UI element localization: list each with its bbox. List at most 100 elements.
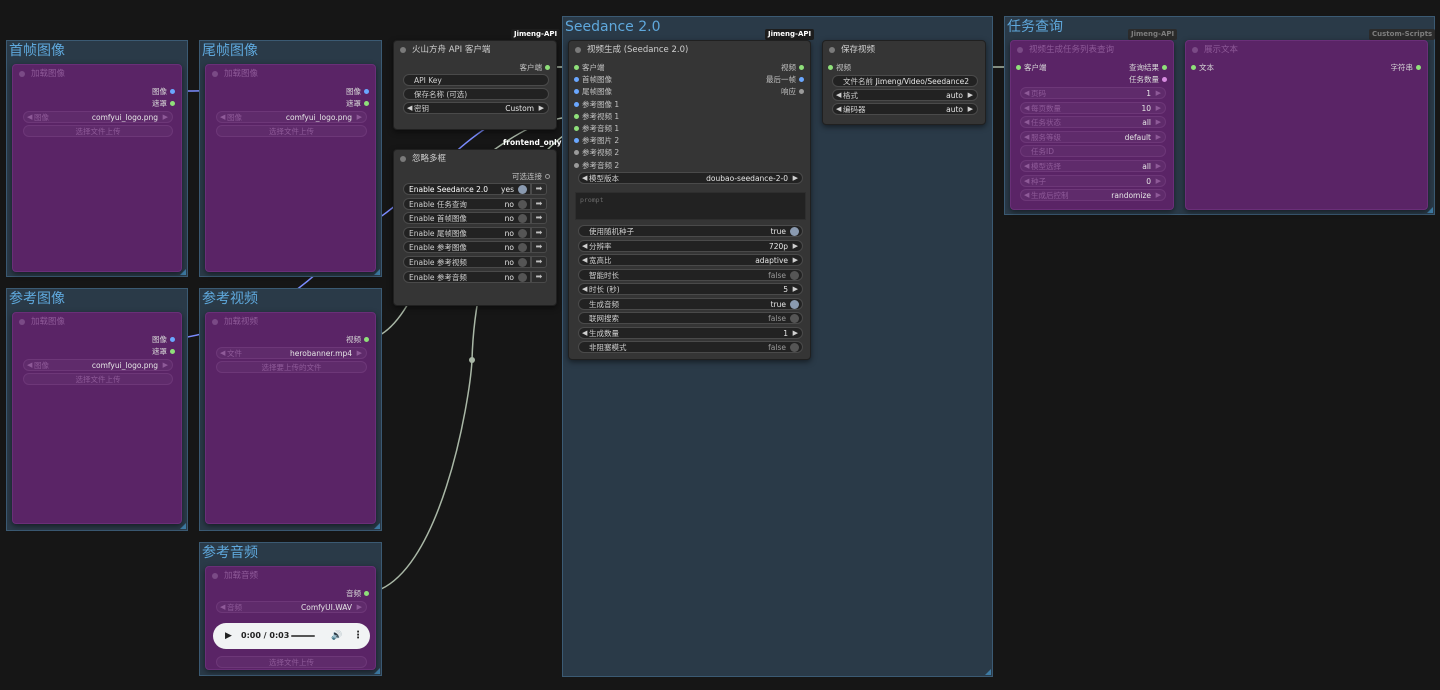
input-slot[interactable]: 客户端 xyxy=(574,62,605,74)
arrow-left-icon[interactable]: ◀ xyxy=(27,112,32,122)
bypass-toggle[interactable]: Enable 尾帧图像 no xyxy=(403,226,531,239)
arrow-left-icon[interactable]: ◀ xyxy=(582,284,587,294)
param-widget[interactable]: 使用随机种子 true xyxy=(578,225,803,237)
query-param-widget[interactable]: 任务ID xyxy=(1020,145,1166,158)
slot-dot-icon[interactable] xyxy=(574,150,579,156)
arrow-right-icon[interactable]: ▶ xyxy=(357,112,362,122)
volume-icon[interactable]: 🔊 xyxy=(331,623,342,649)
slot-dot-icon[interactable] xyxy=(799,65,804,70)
seek-slider[interactable] xyxy=(291,635,315,637)
slot-dot-icon[interactable] xyxy=(364,337,369,342)
arrow-left-icon[interactable]: ◀ xyxy=(582,173,587,183)
slot-dot-icon[interactable] xyxy=(574,138,579,144)
resize-handle[interactable] xyxy=(1427,207,1433,213)
node-load-video[interactable]: 加载视频 视频 ◀ 文件 herobanner.mp4 ▶ 选择要上传的文件 xyxy=(205,312,376,524)
arrow-right-icon[interactable]: ▶ xyxy=(163,112,168,122)
upload-button[interactable]: 选择文件上传 xyxy=(216,125,367,137)
node-load-audio[interactable]: 加载音频 音频 ◀ 音频 ComfyUI.WAV ▶ ▶ 0:00 / 0:03 🔊 … xyxy=(205,566,376,670)
input-slot[interactable]: 参考视频 1 xyxy=(574,111,619,123)
slot-dot-icon[interactable] xyxy=(364,101,369,106)
arrow-left-icon[interactable]: ◀ xyxy=(1024,132,1029,142)
arrow-right-icon[interactable]: ▶ xyxy=(1156,103,1161,113)
navigate-arrow-icon[interactable]: ➡ xyxy=(531,197,547,210)
image-combo[interactable]: ◀ 图像 comfyui_logo.png ▶ xyxy=(23,111,173,123)
input-slot[interactable]: 尾帧图像 xyxy=(574,86,612,98)
node-video-gen[interactable]: 视频生成 (Seedance 2.0) 客户端 首帧图像 尾帧图像 参考图像 1 参考视… xyxy=(568,40,811,360)
bypass-toggle[interactable]: Enable 任务查询 no xyxy=(403,197,531,210)
slot-dot-icon[interactable] xyxy=(1016,65,1021,70)
toggle-knob-icon[interactable] xyxy=(518,199,527,209)
slot-dot-icon[interactable] xyxy=(828,65,833,70)
slot-dot-icon[interactable] xyxy=(799,77,804,83)
bypass-toggle[interactable]: Enable 参考视频 no xyxy=(403,256,531,268)
param-widget[interactable]: 智能时长 false xyxy=(578,268,803,281)
file-combo[interactable]: ◀ 文件 herobanner.mp4 ▶ xyxy=(216,347,367,359)
slot-dot-icon[interactable] xyxy=(1191,65,1196,70)
arrow-right-icon[interactable]: ▶ xyxy=(357,602,362,612)
node-load-image-ref[interactable]: 加载图像 图像 遮罩 ◀ 图像 comfyui_logo.png ▶ 选择文件上传 xyxy=(12,312,182,524)
audio-player[interactable]: ▶ 0:00 / 0:03 🔊 ⋮ xyxy=(213,623,370,649)
query-param-widget[interactable]: ◀ 页码 1 ▶ xyxy=(1020,87,1166,99)
slot-dot-icon[interactable] xyxy=(574,101,579,107)
node-api-client[interactable]: 火山方舟 API 客户端 客户端 API Key 保存名称 (可选) ◀ 密钥 Cu… xyxy=(393,40,557,130)
arrow-right-icon[interactable]: ▶ xyxy=(1156,176,1161,186)
slot-dot-icon[interactable] xyxy=(364,591,369,596)
arrow-left-icon[interactable]: ◀ xyxy=(582,255,587,265)
navigate-arrow-icon[interactable]: ➡ xyxy=(531,270,547,283)
node-load-image-first[interactable]: 加载图像 图像 遮罩 ◀ 图像 comfyui_logo.png ▶ 选择文件上传 xyxy=(12,64,182,272)
arrow-right-icon[interactable]: ▶ xyxy=(968,90,973,100)
input-client[interactable]: 客户端 xyxy=(1016,62,1047,74)
arrow-left-icon[interactable]: ◀ xyxy=(1024,117,1029,127)
api-key-field[interactable]: API Key xyxy=(403,74,549,86)
slot-dot-icon[interactable] xyxy=(574,162,579,168)
arrow-left-icon[interactable]: ◀ xyxy=(220,112,225,122)
output-slot[interactable]: 响应 xyxy=(781,86,804,98)
arrow-left-icon[interactable]: ◀ xyxy=(1024,176,1029,186)
filename-prefix-field[interactable]: 文件名前 ... Jimeng/Video/Seedance2 xyxy=(832,75,978,87)
toggle-knob-icon[interactable] xyxy=(518,228,527,238)
param-widget[interactable]: ◀ 时长 (秒) 5 ▶ xyxy=(578,283,803,295)
navigate-arrow-icon[interactable]: ➡ xyxy=(531,212,547,225)
param-widget[interactable]: 生成音频 true xyxy=(578,297,803,310)
output-result[interactable]: 查询结果 xyxy=(1129,62,1167,74)
arrow-left-icon[interactable]: ◀ xyxy=(836,104,841,114)
output-count[interactable]: 任务数量 xyxy=(1129,74,1167,86)
prompt-textarea[interactable]: prompt xyxy=(575,192,806,220)
play-icon[interactable]: ▶ xyxy=(225,623,232,649)
arrow-left-icon[interactable]: ◀ xyxy=(836,90,841,100)
audio-combo[interactable]: ◀ 音频 ComfyUI.WAV ▶ xyxy=(216,601,367,613)
arrow-right-icon[interactable]: ▶ xyxy=(793,173,798,183)
upload-button[interactable]: 选择要上传的文件 xyxy=(216,361,367,373)
navigate-arrow-icon[interactable]: ➡ xyxy=(531,226,547,239)
arrow-right-icon[interactable]: ▶ xyxy=(968,104,973,114)
output-mask[interactable]: 遮罩 xyxy=(346,98,369,110)
image-combo[interactable]: ◀ 图像 comfyui_logo.png ▶ xyxy=(23,359,173,371)
query-param-widget[interactable]: ◀ 服务等级 default ▶ xyxy=(1020,130,1166,143)
arrow-left-icon[interactable]: ◀ xyxy=(582,241,587,251)
slot-dot-icon[interactable] xyxy=(574,65,579,70)
output-image[interactable]: 图像 xyxy=(346,86,369,98)
slot-dot-icon[interactable] xyxy=(574,77,579,83)
query-param-widget[interactable]: ◀ 生成后控制 randomize ▶ xyxy=(1020,189,1166,202)
node-task-query[interactable]: 视频生成任务列表查询 客户端 查询结果 任务数量 ◀ 页码 1 ▶ ◀ 每页数量 10 ▶ ◀ 任… xyxy=(1010,40,1174,210)
output-mask[interactable]: 遮罩 xyxy=(152,346,175,358)
output-mask[interactable]: 遮罩 xyxy=(152,98,175,110)
arrow-right-icon[interactable]: ▶ xyxy=(1156,88,1161,98)
arrow-left-icon[interactable]: ◀ xyxy=(1024,161,1029,171)
input-slot[interactable]: 参考音频 2 xyxy=(574,160,619,172)
slot-dot-icon[interactable] xyxy=(170,101,175,106)
key-combo[interactable]: ◀ 密钥 Custom ▶ xyxy=(403,102,549,114)
arrow-right-icon[interactable]: ▶ xyxy=(163,360,168,370)
toggle-knob-icon[interactable] xyxy=(518,272,527,282)
arrow-left-icon[interactable]: ◀ xyxy=(27,360,32,370)
toggle-knob-icon[interactable] xyxy=(790,299,799,309)
slot-dot-icon[interactable] xyxy=(1416,65,1421,70)
param-widget[interactable]: 非阻塞模式 false xyxy=(578,341,803,353)
bypass-toggle[interactable]: Enable 首帧图像 no xyxy=(403,212,531,225)
arrow-right-icon[interactable]: ▶ xyxy=(793,284,798,294)
slot-dot-icon[interactable] xyxy=(1162,77,1167,82)
arrow-left-icon[interactable]: ◀ xyxy=(1024,88,1029,98)
navigate-arrow-icon[interactable]: ➡ xyxy=(531,183,547,195)
output-audio[interactable]: 音频 xyxy=(346,588,369,600)
codec-combo[interactable]: ◀ 编码器 auto ▶ xyxy=(832,103,978,115)
